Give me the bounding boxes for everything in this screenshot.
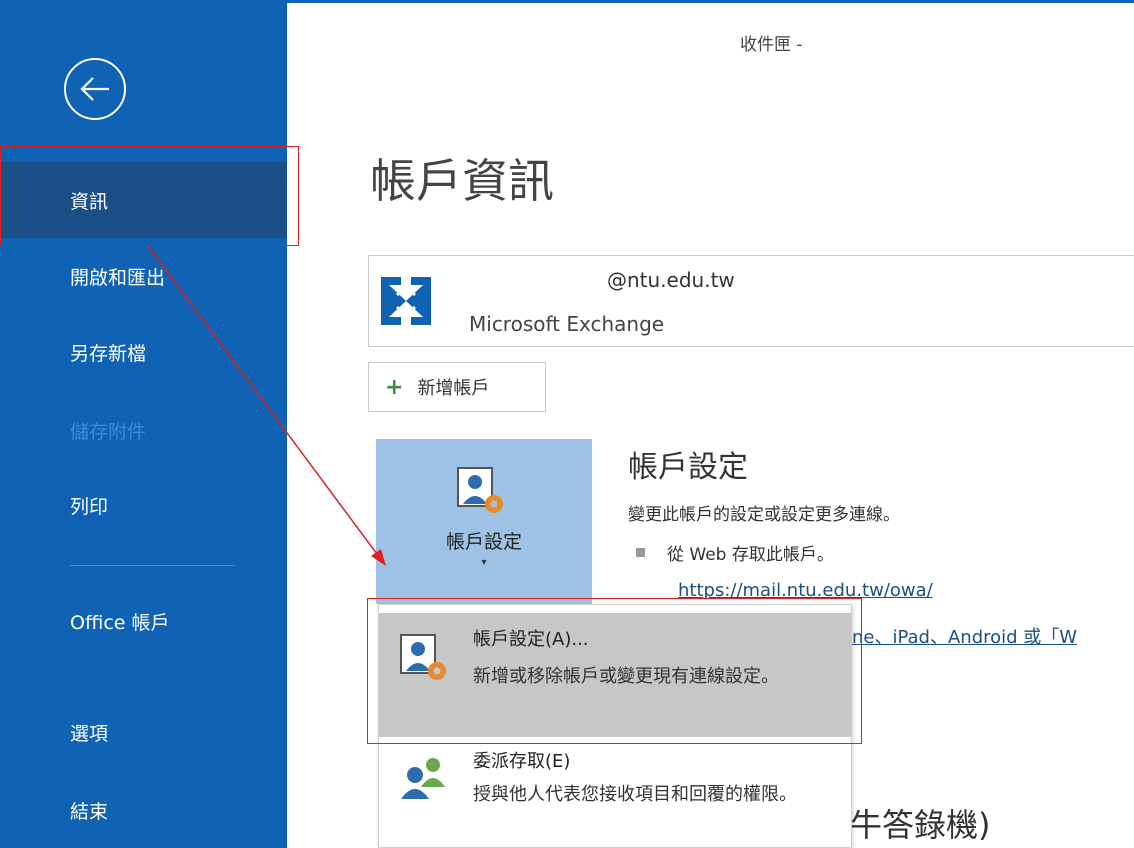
nav-save-attachments: 儲存附件	[0, 392, 287, 468]
add-account-label: 新增帳戶	[417, 378, 490, 399]
account-settings-description: 變更此帳戶的設定或設定更多連線。	[628, 505, 900, 525]
chevron-down-icon: ▾	[481, 557, 487, 568]
menu-item-delegate-access-title: 委派存取(E)	[473, 751, 571, 772]
account-settings-dropdown: 帳戶設定(A)... 新增或移除帳戶或變更現有連線設定。 委派存取(E) 授與他…	[378, 604, 852, 848]
bullet-icon	[636, 548, 645, 557]
nav-print[interactable]: 列印	[0, 467, 287, 543]
nav-exit-label: 結束	[70, 800, 109, 823]
nav-info-label: 資訊	[70, 190, 109, 213]
mobile-access-link[interactable]: ne、iPad、Android 或「W	[852, 623, 1077, 649]
web-access-bullet: 從 Web 存取此帳戶。	[636, 540, 834, 565]
nav-save-as[interactable]: 另存新檔	[0, 314, 287, 390]
add-account-button[interactable]: + 新增帳戶	[368, 362, 546, 412]
top-accent-line	[287, 0, 1134, 3]
nav-office-account-label: Office 帳戶	[70, 612, 170, 634]
nav-open-export-label: 開啟和匯出	[70, 266, 166, 289]
menu-item-account-settings[interactable]: 帳戶設定(A)... 新增或移除帳戶或變更現有連線設定。	[379, 613, 851, 737]
back-button[interactable]	[64, 58, 126, 120]
web-access-text: 從 Web 存取此帳戶。	[667, 545, 834, 565]
nav-info[interactable]: 資訊	[0, 162, 287, 238]
account-type: Microsoft Exchange	[469, 312, 665, 336]
exchange-icon	[381, 277, 431, 325]
account-settings-button-label: 帳戶設定	[445, 531, 522, 553]
nav-options-label: 選項	[70, 722, 109, 745]
menu-item-delegate-access-desc: 授與他人代表您接收項目和回覆的權限。	[473, 784, 797, 805]
backstage-sidebar: 資訊 開啟和匯出 另存新檔 儲存附件 列印 Office 帳戶 選項 結束	[0, 0, 287, 848]
nav-save-attachments-label: 儲存附件	[70, 420, 147, 443]
plus-icon: +	[385, 374, 404, 400]
window-title: 收件匣 -	[740, 35, 803, 55]
account-selector[interactable]: @ntu.edu.tw Microsoft Exchange	[368, 255, 1134, 347]
nav-print-label[interactable]: 列印	[70, 492, 108, 519]
menu-item-delegate-access[interactable]: 委派存取(E) 授與他人代表您接收項目和回覆的權限。	[379, 743, 851, 847]
nav-office-account[interactable]: Office 帳戶	[0, 600, 287, 676]
account-settings-heading: 帳戶設定	[628, 450, 748, 485]
menu-item-account-settings-title: 帳戶設定(A)...	[473, 629, 589, 650]
delegate-access-icon	[401, 758, 445, 799]
nav-exit[interactable]: 結束	[0, 772, 287, 848]
page-title: 帳戶資訊	[370, 154, 554, 208]
account-settings-icon	[457, 467, 503, 513]
auto-reply-heading: 牛答錄機)	[850, 806, 991, 844]
menu-item-account-settings-desc: 新增或移除帳戶或變更現有連線設定。	[473, 666, 779, 687]
account-email: @ntu.edu.tw	[607, 268, 735, 292]
owa-link[interactable]: https://mail.ntu.edu.tw/owa/	[678, 580, 933, 601]
account-settings-icon	[400, 634, 446, 680]
account-settings-button[interactable]: 帳戶設定 ▾	[376, 439, 592, 604]
nav-open-export[interactable]: 開啟和匯出	[0, 238, 287, 314]
sidebar-divider	[70, 565, 235, 566]
arrow-left-icon	[80, 77, 109, 101]
nav-options[interactable]: 選項	[0, 694, 287, 770]
nav-save-as-label: 另存新檔	[70, 342, 147, 365]
